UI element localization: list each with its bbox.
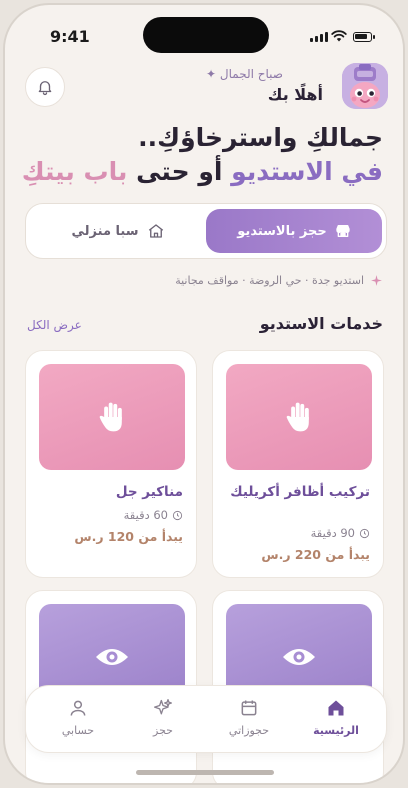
hand-icon (286, 402, 309, 432)
service-duration-text: 60 دقيقة (123, 508, 168, 522)
greeting-subtitle: صباح الجمال ✦ (206, 67, 283, 81)
user-icon (70, 700, 86, 716)
battery-icon (353, 32, 375, 42)
avatar[interactable] (342, 63, 388, 109)
house-icon (148, 224, 163, 238)
calendar-icon (241, 700, 257, 716)
home-spa-tab[interactable]: سبا منزلي (30, 209, 206, 253)
section-title: خدمات الاستديو (259, 314, 383, 333)
hand-icon (99, 402, 122, 432)
hero-or-text: أو حتى (136, 157, 223, 186)
service-duration: 90 دقيقة (311, 526, 370, 540)
mascot-avatar-icon (342, 63, 388, 109)
status-time: 9:41 (50, 27, 90, 46)
clock-icon (359, 528, 370, 538)
sparkles-icon (154, 699, 172, 715)
nav-account-label: حسابي (61, 724, 95, 737)
see-all-link[interactable]: عرض الكل (27, 318, 82, 332)
eye-icon (96, 649, 128, 665)
service-card[interactable]: مناكير جل 60 دقيقة يبدأ من 120 ر.س (25, 350, 197, 578)
greeting-title: أهلًا بك (267, 85, 323, 104)
bottom-nav: الرئيسية حجوزاتي حجز حسابي (25, 685, 387, 753)
service-card[interactable]: تركيب أظافر أكريليك 90 دقيقة يبدأ من 220… (212, 350, 384, 578)
location-text: استديو جدة · حي الروضة · مواقف مجانية (175, 274, 364, 287)
home-icon (328, 700, 344, 716)
signal-icon (310, 32, 328, 42)
status-bar: 9:41 (5, 5, 403, 63)
service-name: تركيب أظافر أكريليك (230, 484, 370, 500)
studio-booking-tab[interactable]: حجز بالاستديو (206, 209, 382, 253)
nav-home[interactable]: الرئيسية (296, 698, 376, 737)
phone-screen: 9:41 صباح الجمال ✦ أهلًا بك جمالكِ واستر… (3, 3, 405, 785)
clock-icon (172, 510, 183, 520)
nav-book[interactable]: حجز (123, 698, 203, 737)
home-spa-label: سبا منزلي (71, 223, 139, 239)
booking-type-toggle: حجز بالاستديو سبا منزلي (25, 203, 387, 259)
dynamic-island (143, 17, 269, 53)
location-info: استديو جدة · حي الروضة · مواقف مجانية (175, 274, 383, 287)
service-image (39, 364, 185, 470)
sparkle-icon (371, 275, 382, 286)
nav-home-label: الرئيسية (313, 724, 359, 737)
nav-bookings-label: حجوزاتي (228, 724, 270, 737)
store-icon (336, 225, 350, 237)
service-price: يبدأ من 120 ر.س (74, 529, 183, 544)
hero-home-text: باب بيتكِ (21, 157, 128, 186)
nav-account[interactable]: حسابي (38, 698, 118, 737)
service-duration: 60 دقيقة (124, 508, 183, 522)
service-price: يبدأ من 220 ر.س (261, 547, 370, 562)
bell-icon (38, 81, 52, 96)
service-image (226, 364, 372, 470)
hero-title-line1: جمالكِ واسترخاؤكِ.. (138, 123, 383, 152)
home-indicator (136, 770, 274, 775)
hero-title-line2: في الاستديو أو حتى باب بيتكِ (13, 157, 383, 186)
hero-studio-text: في الاستديو (231, 157, 383, 186)
service-duration-text: 90 دقيقة (310, 526, 355, 540)
service-name: مناكير جل (115, 484, 183, 500)
wifi-icon (331, 30, 347, 42)
nav-book-label: حجز (153, 724, 173, 737)
notifications-button[interactable] (25, 67, 65, 107)
nav-bookings[interactable]: حجوزاتي (209, 698, 289, 737)
eye-icon (283, 649, 315, 665)
studio-booking-label: حجز بالاستديو (237, 223, 327, 239)
